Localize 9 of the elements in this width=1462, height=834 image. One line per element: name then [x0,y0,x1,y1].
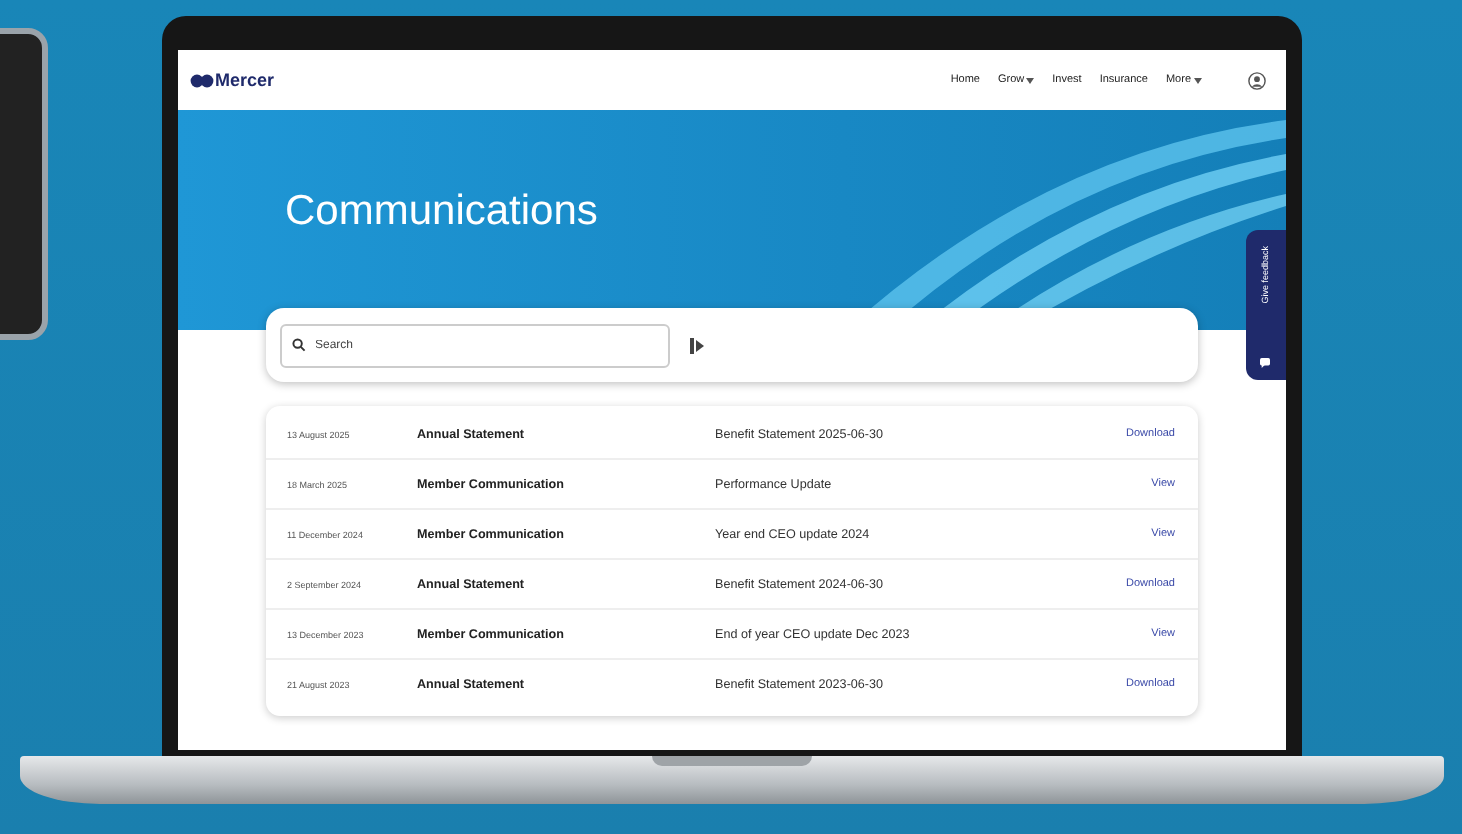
caret-icon [1026,77,1035,83]
chat-icon [1260,358,1270,368]
logo-text[interactable]: Mercer [215,70,275,90]
page-title: Communications [285,188,598,236]
caret-icon [1193,77,1201,83]
search-icon [291,338,305,352]
filter-icon[interactable] [689,337,703,353]
user-avatar-icon[interactable] [1247,71,1265,89]
logo-icon [189,73,213,87]
